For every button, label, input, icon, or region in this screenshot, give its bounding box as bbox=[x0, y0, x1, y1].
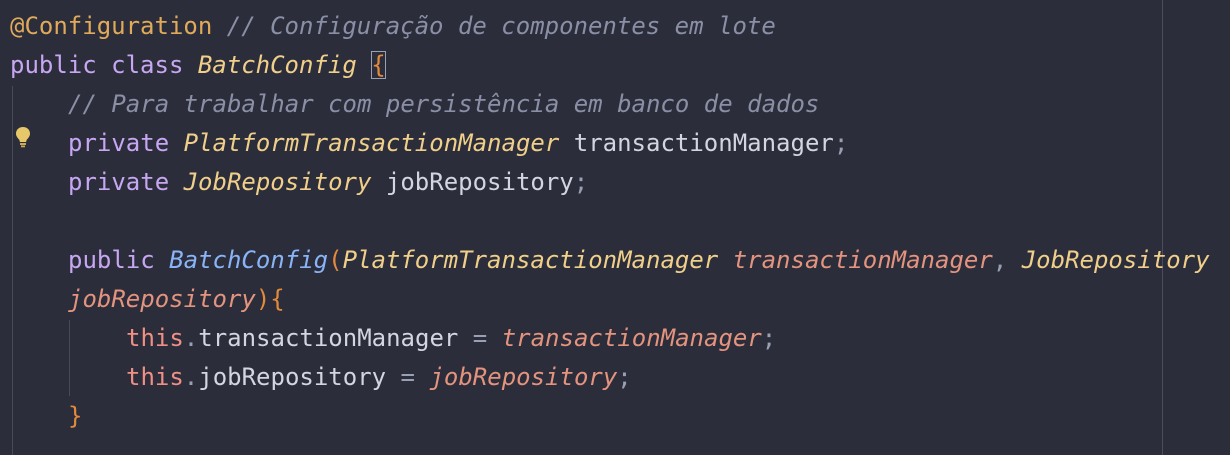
parameter-name: jobRepository bbox=[68, 285, 256, 313]
constructor-name: BatchConfig bbox=[169, 246, 329, 274]
keyword-private: private bbox=[68, 168, 170, 196]
type-name: JobRepository bbox=[183, 168, 372, 196]
parameter-name: transactionManager bbox=[732, 246, 993, 274]
code-line[interactable]: @Configuration // Configuração de compon… bbox=[10, 7, 776, 46]
keyword-class: class bbox=[111, 51, 184, 79]
indent-guide bbox=[12, 86, 13, 455]
code-line[interactable]: public BatchConfig(PlatformTransactionMa… bbox=[68, 241, 1210, 280]
code-line[interactable]: jobRepository){ bbox=[68, 280, 285, 319]
right-margin-guide bbox=[1162, 0, 1163, 455]
semicolon: ; bbox=[617, 363, 632, 391]
field-name: jobRepository bbox=[198, 363, 387, 391]
field-name: transactionManager bbox=[573, 129, 834, 157]
code-line[interactable]: // Para trabalhar com persistência em ba… bbox=[68, 85, 819, 124]
semicolon: ; bbox=[573, 168, 589, 196]
type-name: PlatformTransactionManager bbox=[183, 129, 560, 157]
field-name: transactionManager bbox=[198, 324, 459, 352]
code-line[interactable]: } bbox=[68, 397, 82, 436]
semicolon: ; bbox=[761, 324, 777, 352]
open-brace-matched: { bbox=[371, 51, 386, 79]
comma: , bbox=[992, 246, 1008, 274]
keyword-private: private bbox=[68, 129, 170, 157]
code-line[interactable]: this.transactionManager = transactionMan… bbox=[126, 319, 776, 358]
class-name: BatchConfig bbox=[197, 51, 357, 79]
indent-guide bbox=[69, 320, 70, 396]
code-line[interactable]: private JobRepository jobRepository; bbox=[68, 163, 588, 202]
assign-operator: = bbox=[400, 363, 415, 391]
keyword-public: public bbox=[10, 51, 97, 79]
annotation: @Configuration bbox=[10, 12, 213, 40]
type-name: JobRepository bbox=[1021, 246, 1210, 274]
parameter-name: transactionManager bbox=[501, 324, 762, 352]
close-brace: } bbox=[68, 402, 83, 430]
keyword-public: public bbox=[68, 246, 155, 274]
paren-open: ( bbox=[328, 246, 343, 274]
code-line[interactable]: this.jobRepository = jobRepository; bbox=[126, 358, 632, 397]
semicolon: ; bbox=[833, 129, 849, 157]
parameter-name: jobRepository bbox=[429, 363, 618, 391]
keyword-this: this bbox=[126, 324, 184, 352]
code-editor[interactable]: @Configuration // Configuração de compon… bbox=[0, 0, 1230, 455]
comment: // Para trabalhar com persistência em ba… bbox=[68, 90, 820, 118]
code-line[interactable]: public class BatchConfig { bbox=[10, 46, 386, 85]
code-line[interactable]: private PlatformTransactionManager trans… bbox=[68, 124, 848, 163]
lightbulb-icon[interactable] bbox=[14, 126, 32, 148]
type-name: PlatformTransactionManager bbox=[342, 246, 719, 274]
open-brace: { bbox=[270, 285, 285, 313]
paren-close: ) bbox=[255, 285, 271, 313]
assign-operator: = bbox=[472, 324, 488, 352]
comment: // Configuração de componentes em lote bbox=[226, 12, 776, 40]
dot: . bbox=[183, 363, 199, 391]
field-name: jobRepository bbox=[385, 168, 574, 196]
keyword-this: this bbox=[126, 363, 184, 391]
dot: . bbox=[183, 324, 199, 352]
